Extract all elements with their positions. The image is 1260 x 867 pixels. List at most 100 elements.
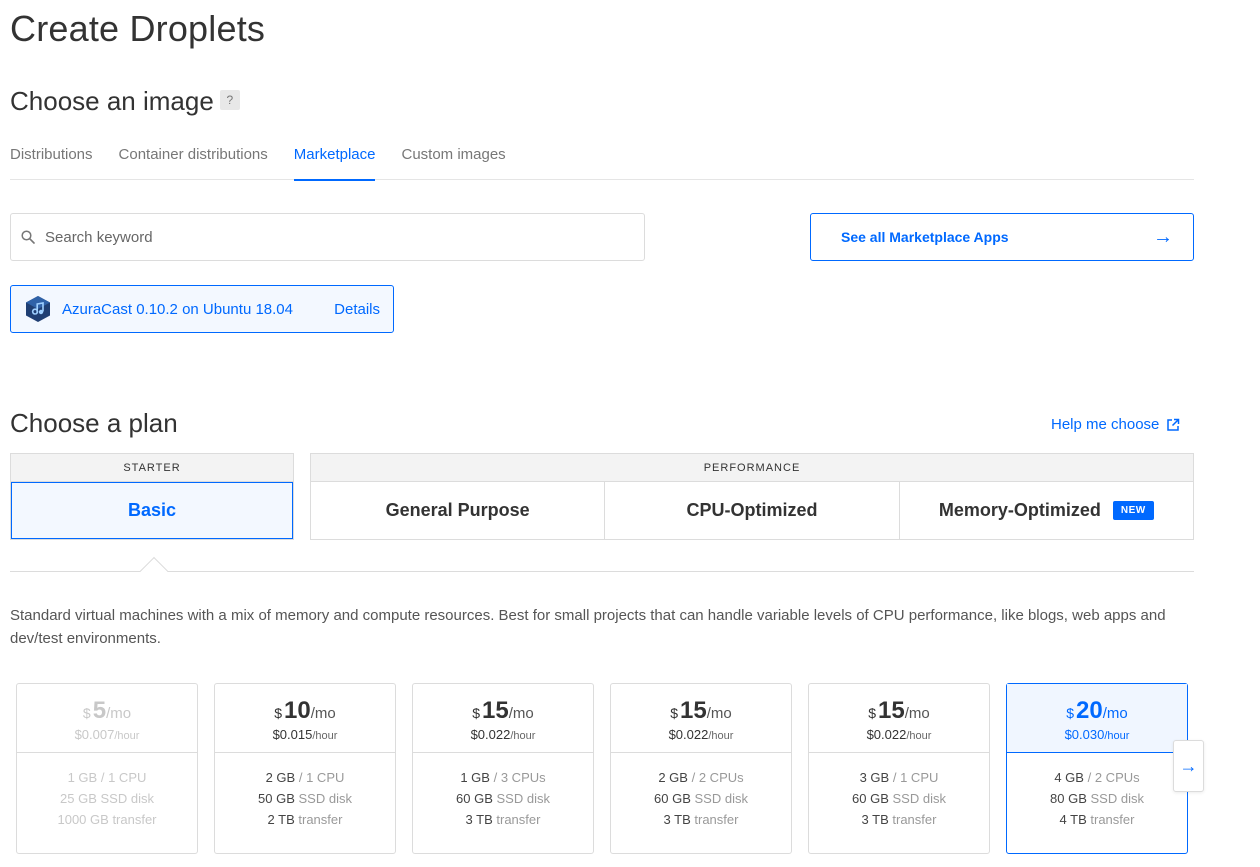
plan-hourly: $0.022/hour bbox=[413, 728, 593, 743]
divider bbox=[10, 571, 1194, 572]
tab-custom-images[interactable]: Custom images bbox=[401, 142, 505, 180]
cpu: 1 CPU bbox=[108, 770, 147, 785]
hourly-amount: $0.030 bbox=[1064, 727, 1105, 742]
hourly-amount: $0.007 bbox=[74, 727, 115, 742]
plan-hourly: $0.022/hour bbox=[809, 728, 989, 743]
memory: 4 GB bbox=[1054, 770, 1084, 785]
starter-category: STARTER Basic bbox=[10, 453, 294, 540]
hourly-unit: /hour bbox=[114, 730, 140, 742]
transfer-label: transfer bbox=[112, 812, 157, 827]
app-details-link[interactable]: Details bbox=[334, 301, 380, 318]
plan-price: $15/mo bbox=[809, 697, 989, 728]
selected-app-card[interactable]: AzuraCast 0.10.2 on Ubuntu 18.04 Details bbox=[10, 285, 394, 333]
hourly-unit: /hour bbox=[1104, 730, 1130, 742]
see-all-marketplace-apps-button[interactable]: See all Marketplace Apps → bbox=[810, 213, 1194, 261]
plan-disk: 25 GB SSD disk bbox=[17, 788, 197, 809]
transfer-size: 3 TB bbox=[465, 812, 493, 827]
disk-label: SSD disk bbox=[694, 791, 748, 806]
help-badge[interactable]: ? bbox=[219, 90, 240, 111]
hourly-amount: $0.022 bbox=[668, 727, 709, 742]
plan-card[interactable]: $5/mo $0.007/hour 1 GB / 1 CPU 25 GB SSD… bbox=[16, 683, 198, 854]
spec-separator: / bbox=[892, 770, 897, 785]
cpu: 3 CPUs bbox=[500, 770, 546, 785]
plan-transfer: 3 TB transfer bbox=[611, 809, 791, 830]
currency-symbol: $ bbox=[472, 705, 481, 721]
hourly-unit: /hour bbox=[906, 730, 932, 742]
external-link-icon bbox=[1167, 418, 1180, 431]
hourly-unit: /hour bbox=[312, 730, 338, 742]
plan-card[interactable]: $10/mo $0.015/hour 2 GB / 1 CPU 50 GB SS… bbox=[214, 683, 396, 854]
cpu: 2 CPUs bbox=[698, 770, 744, 785]
plan-memory-cpu: 2 GB / 2 CPUs bbox=[611, 767, 791, 788]
plan-section-title: Choose a plan bbox=[10, 408, 178, 438]
disk-size: 80 GB bbox=[1050, 791, 1087, 806]
hourly-unit: /hour bbox=[510, 730, 536, 742]
plan-type-memory-optimized[interactable]: Memory-Optimized NEW bbox=[900, 482, 1193, 539]
scroll-next-button[interactable]: → bbox=[1173, 740, 1204, 792]
disk-size: 50 GB bbox=[258, 791, 295, 806]
plan-type-basic[interactable]: Basic bbox=[11, 482, 293, 539]
help-me-choose-link[interactable]: Help me choose bbox=[1051, 416, 1180, 433]
price-amount: 15 bbox=[680, 697, 707, 724]
memory: 3 GB bbox=[859, 770, 890, 785]
price-period: /mo bbox=[706, 705, 732, 722]
plan-card-selected[interactable]: $20/mo $0.030/hour 4 GB / 2 CPUs 80 GB S… bbox=[1006, 683, 1188, 854]
image-section-title-text: Choose an image bbox=[10, 86, 214, 116]
plan-type-cpu-optimized[interactable]: CPU-Optimized bbox=[605, 482, 900, 539]
price-period: /mo bbox=[1102, 705, 1128, 722]
disk-size: 60 GB bbox=[654, 791, 691, 806]
transfer-label: transfer bbox=[892, 812, 937, 827]
plan-card[interactable]: $15/mo $0.022/hour 2 GB / 2 CPUs 60 GB S… bbox=[610, 683, 792, 854]
plan-disk: 60 GB SSD disk bbox=[611, 788, 791, 809]
disk-size: 60 GB bbox=[852, 791, 889, 806]
plan-price: $20/mo bbox=[1007, 697, 1187, 728]
tab-container-distributions[interactable]: Container distributions bbox=[119, 142, 268, 180]
tab-marketplace[interactable]: Marketplace bbox=[293, 142, 376, 181]
plan-transfer: 4 TB transfer bbox=[1007, 809, 1187, 830]
plan-type-general-purpose[interactable]: General Purpose bbox=[311, 482, 606, 539]
disk-label: SSD disk bbox=[1090, 791, 1144, 806]
plan-memory-cpu: 2 GB / 1 CPU bbox=[215, 767, 395, 788]
performance-category: PERFORMANCE General Purpose CPU-Optimize… bbox=[310, 453, 1194, 540]
page-title: Create Droplets bbox=[10, 8, 266, 49]
transfer-size: 3 TB bbox=[663, 812, 691, 827]
search-input[interactable] bbox=[45, 228, 605, 246]
spec-separator: / bbox=[100, 770, 105, 785]
search-box bbox=[10, 213, 645, 261]
spec-separator: / bbox=[691, 770, 696, 785]
hourly-amount: $0.022 bbox=[866, 727, 907, 742]
spec-separator: / bbox=[1087, 770, 1092, 785]
transfer-label: transfer bbox=[694, 812, 739, 827]
plan-price: $10/mo bbox=[215, 697, 395, 728]
plan-card[interactable]: $15/mo $0.022/hour 3 GB / 1 CPU 60 GB SS… bbox=[808, 683, 990, 854]
disk-size: 60 GB bbox=[456, 791, 493, 806]
plan-memory-cpu: 4 GB / 2 CPUs bbox=[1007, 767, 1187, 788]
plan-disk: 80 GB SSD disk bbox=[1007, 788, 1187, 809]
plan-card[interactable]: $15/mo $0.022/hour 1 GB / 3 CPUs 60 GB S… bbox=[412, 683, 594, 854]
plan-disk: 60 GB SSD disk bbox=[809, 788, 989, 809]
price-amount: 10 bbox=[284, 697, 311, 724]
memory: 2 GB bbox=[265, 770, 296, 785]
plan-disk: 60 GB SSD disk bbox=[413, 788, 593, 809]
hourly-amount: $0.015 bbox=[272, 727, 313, 742]
performance-header: PERFORMANCE bbox=[311, 454, 1193, 482]
plan-hourly: $0.007/hour bbox=[17, 728, 197, 743]
currency-symbol: $ bbox=[670, 705, 679, 721]
see-all-marketplace-apps-label: See all Marketplace Apps bbox=[841, 229, 1009, 245]
transfer-label: transfer bbox=[1090, 812, 1135, 827]
disk-label: SSD disk bbox=[892, 791, 946, 806]
plan-price: $5/mo bbox=[17, 697, 197, 728]
plan-description: Standard virtual machines with a mix of … bbox=[10, 607, 1166, 647]
selected-caret bbox=[139, 556, 169, 586]
disk-label: SSD disk bbox=[298, 791, 352, 806]
price-period: /mo bbox=[310, 705, 336, 722]
transfer-size: 1000 GB bbox=[57, 812, 109, 827]
plan-hourly: $0.022/hour bbox=[611, 728, 791, 743]
hourly-unit: /hour bbox=[708, 730, 734, 742]
price-period: /mo bbox=[508, 705, 534, 722]
help-me-choose-label: Help me choose bbox=[1051, 416, 1160, 433]
price-amount: 20 bbox=[1076, 697, 1103, 724]
tab-distributions[interactable]: Distributions bbox=[10, 142, 93, 180]
selected-app-name: AzuraCast 0.10.2 on Ubuntu 18.04 bbox=[62, 300, 293, 318]
plan-transfer: 3 TB transfer bbox=[413, 809, 593, 830]
